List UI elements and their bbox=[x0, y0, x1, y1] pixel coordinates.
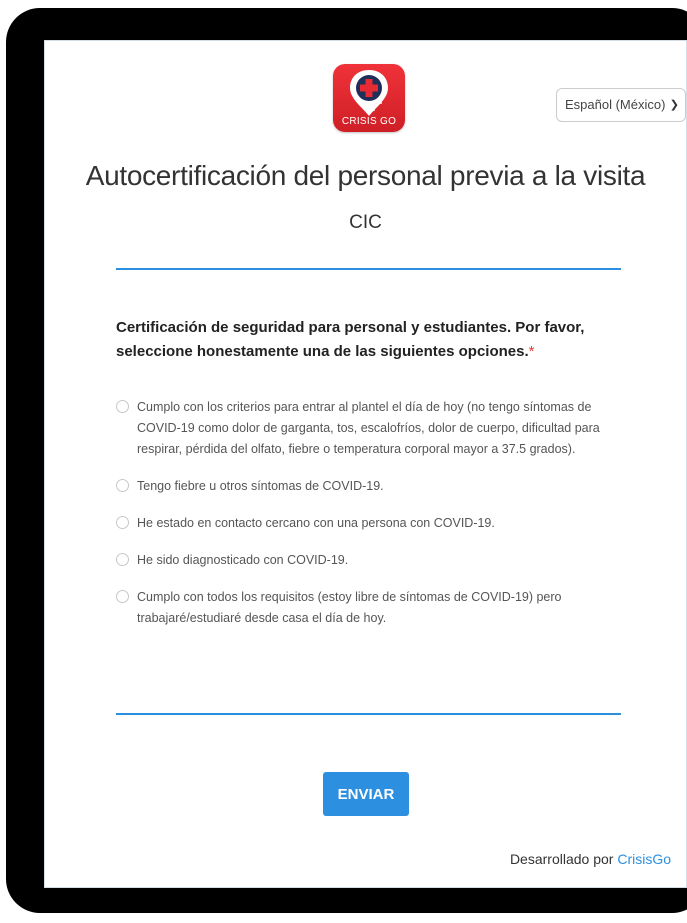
logo-text: CRISIS GO bbox=[341, 116, 397, 127]
bottom-divider bbox=[116, 713, 621, 715]
radio-button[interactable] bbox=[116, 400, 129, 413]
radio-option-label: Cumplo con todos los requisitos (estoy l… bbox=[137, 590, 562, 625]
radio-button[interactable] bbox=[116, 479, 129, 492]
required-marker: * bbox=[528, 343, 535, 360]
footer-credit: Desarrollado por CrisisGo bbox=[510, 851, 671, 867]
radio-option-label: Cumplo con los criterios para entrar al … bbox=[137, 400, 600, 456]
radio-option-label: Tengo fiebre u otros síntomas de COVID-1… bbox=[137, 479, 384, 493]
question-label: Certificación de seguridad para personal… bbox=[116, 316, 616, 364]
radio-option[interactable]: He estado en contacto cercano con una pe… bbox=[116, 513, 626, 534]
radio-option-label: He estado en contacto cercano con una pe… bbox=[137, 516, 495, 530]
radio-button[interactable] bbox=[116, 553, 129, 566]
language-selected-value: Español (México) bbox=[565, 97, 666, 112]
page-subtitle: CIC bbox=[349, 212, 382, 233]
question-text: Certificación de seguridad para personal… bbox=[116, 319, 585, 360]
page-title: Autocertificación del personal previa a … bbox=[85, 160, 646, 191]
radio-button[interactable] bbox=[116, 590, 129, 603]
options-group: Cumplo con los criterios para entrar al … bbox=[116, 397, 626, 645]
language-select[interactable]: Español (México) ❯ bbox=[556, 88, 686, 122]
radio-option[interactable]: Cumplo con los criterios para entrar al … bbox=[116, 397, 626, 460]
radio-option[interactable]: Tengo fiebre u otros síntomas de COVID-1… bbox=[116, 476, 626, 497]
radio-button[interactable] bbox=[116, 516, 129, 529]
submit-button[interactable]: ENVIAR bbox=[323, 772, 409, 816]
footer-prefix: Desarrollado por bbox=[509, 851, 614, 867]
chevron-down-icon: ❯ bbox=[669, 99, 679, 111]
crisisgo-link[interactable]: CrisisGo bbox=[617, 851, 671, 867]
radio-option[interactable]: He sido diagnosticado con COVID-19. bbox=[116, 550, 626, 571]
radio-option-label: He sido diagnosticado con COVID-19. bbox=[137, 553, 349, 567]
radio-option[interactable]: Cumplo con todos los requisitos (estoy l… bbox=[116, 587, 626, 629]
crisisgo-logo: CRISIS GO bbox=[333, 64, 405, 132]
top-divider bbox=[116, 268, 621, 270]
